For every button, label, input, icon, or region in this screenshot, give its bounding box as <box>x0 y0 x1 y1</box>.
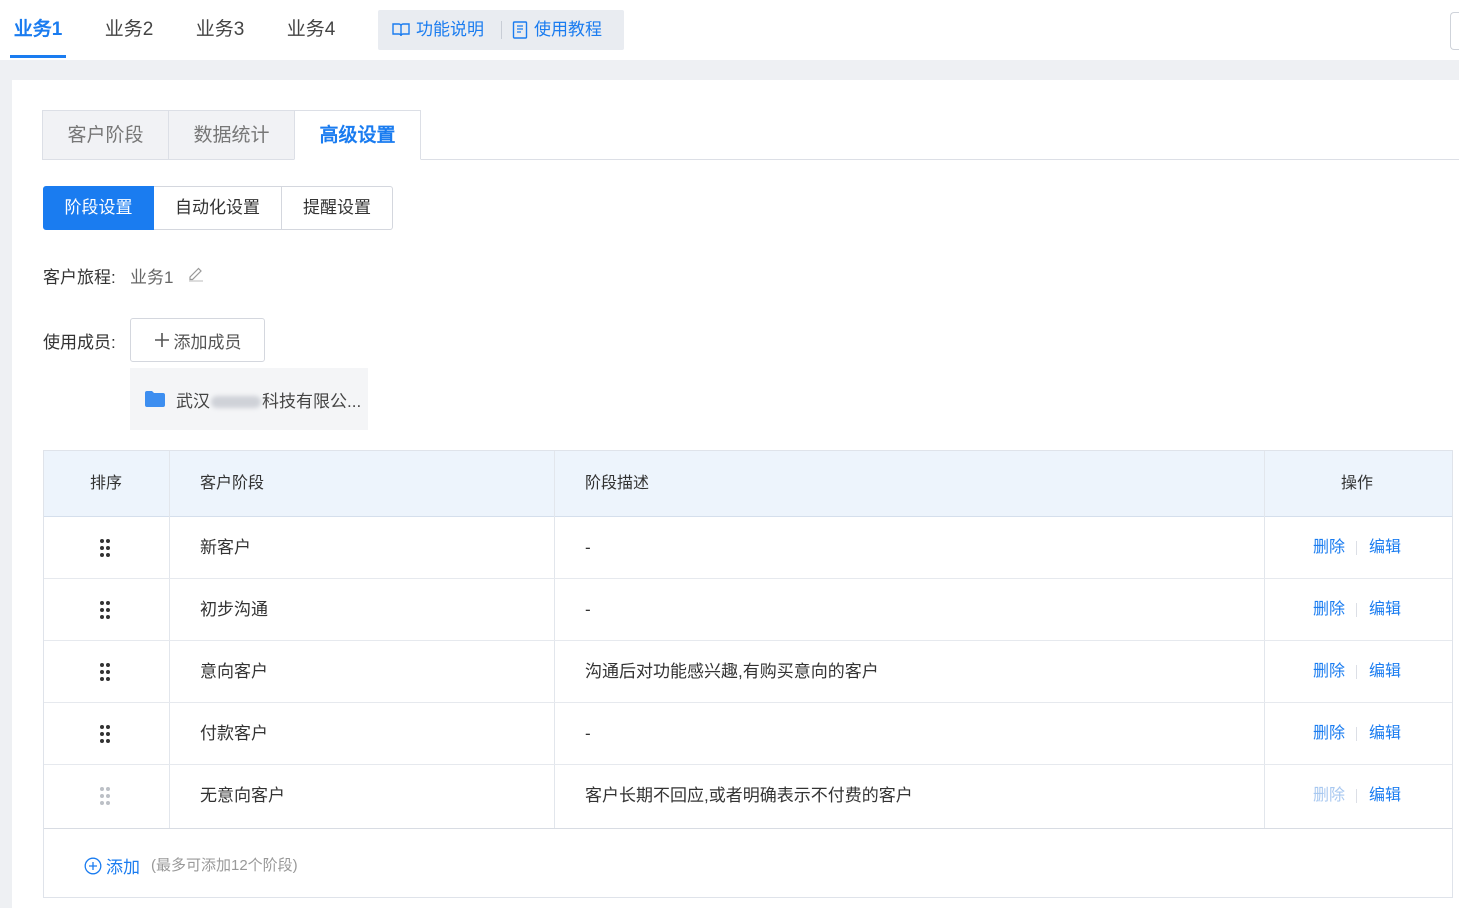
tab-customer-stage[interactable]: 客户阶段 <box>42 110 169 160</box>
delete-button[interactable]: 删除 <box>1313 641 1345 703</box>
pencil-icon[interactable] <box>187 264 205 282</box>
delete-button[interactable]: 删除 <box>1313 517 1345 579</box>
table-footer: 添加 (最多可添加12个阶段) <box>44 828 1452 898</box>
add-member-button[interactable]: 添加成员 <box>130 318 265 362</box>
org-name-suffix: 科技有限公... <box>262 391 362 411</box>
drag-handle-icon[interactable] <box>100 787 112 805</box>
stage-name: 无意向客户 <box>200 786 285 805</box>
drag-handle-icon[interactable] <box>100 601 112 619</box>
divider <box>1356 603 1357 617</box>
add-limit-hint: (最多可添加12个阶段) <box>151 857 298 874</box>
tutorial-link[interactable]: 使用教程 <box>512 10 602 50</box>
drag-handle-icon[interactable] <box>100 539 112 557</box>
drag-handle-icon[interactable] <box>100 663 112 681</box>
org-name-prefix: 武汉 <box>176 391 210 411</box>
tab-data-statistics[interactable]: 数据统计 <box>168 110 295 160</box>
divider <box>1356 727 1357 741</box>
top-bar: 业务1 业务2 业务3 业务4 功能说明 使用教程 <box>0 0 1459 60</box>
edit-button[interactable]: 编辑 <box>1369 703 1401 765</box>
stage-description: - <box>585 538 591 557</box>
divider <box>1356 665 1357 679</box>
tab-advanced-settings[interactable]: 高级设置 <box>294 110 421 160</box>
add-stage-button[interactable]: 添加 <box>84 853 140 878</box>
add-stage-label: 添加 <box>106 858 140 877</box>
journey-value: 业务1 <box>130 268 174 287</box>
edit-button[interactable]: 编辑 <box>1369 579 1401 641</box>
edit-button[interactable]: 编辑 <box>1369 641 1401 703</box>
drag-handle-icon[interactable] <box>100 725 112 743</box>
delete-button[interactable]: 删除 <box>1313 703 1345 765</box>
feature-description-label: 功能说明 <box>416 20 484 39</box>
plus-circle-icon <box>84 857 102 874</box>
biz-tab-4[interactable]: 业务4 <box>283 0 339 60</box>
add-member-label: 添加成员 <box>173 332 242 352</box>
plus-icon <box>154 333 169 347</box>
member-org-chip: 武汉 科技有限公... <box>130 368 368 430</box>
stage-description: 沟通后对功能感兴趣,有购买意向的客户 <box>585 662 879 681</box>
biz-tab-1[interactable]: 业务1 <box>10 0 66 60</box>
stage-description: - <box>585 724 591 743</box>
edit-button[interactable]: 编辑 <box>1369 517 1401 579</box>
book-icon <box>392 23 410 37</box>
col-header-order: 排序 <box>90 475 123 492</box>
stage-name: 付款客户 <box>200 724 268 743</box>
stage-name: 新客户 <box>200 538 251 557</box>
table-row: 付款客户 - 删除 编辑 <box>44 703 1452 765</box>
stage-description: 客户长期不回应,或者明确表示不付费的客户 <box>585 786 913 805</box>
delete-button[interactable]: 删除 <box>1313 579 1345 641</box>
tutorial-label: 使用教程 <box>534 20 602 39</box>
folder-icon <box>145 391 165 407</box>
sub-tabs: 阶段设置 自动化设置 提醒设置 <box>43 186 393 230</box>
sub-tab-stage-settings[interactable]: 阶段设置 <box>43 186 154 230</box>
table-row: 意向客户 沟通后对功能感兴趣,有购买意向的客户 删除 编辑 <box>44 641 1452 703</box>
help-links: 功能说明 使用教程 <box>378 10 624 50</box>
table-row: 初步沟通 - 删除 编辑 <box>44 579 1452 641</box>
edit-button[interactable]: 编辑 <box>1369 765 1401 827</box>
redacted-text <box>211 396 261 409</box>
table-row: 新客户 - 删除 编辑 <box>44 517 1452 579</box>
stage-description: - <box>585 600 591 619</box>
top-right-control[interactable] <box>1450 12 1459 50</box>
stage-table: 排序 客户阶段 阶段描述 操作 新客户 - 删除 编辑 初步沟通 - 删除 编辑 <box>43 450 1453 898</box>
members-label: 使用成员: <box>43 333 116 352</box>
stage-name: 初步沟通 <box>200 600 268 619</box>
sub-tab-automation-settings[interactable]: 自动化设置 <box>154 186 282 230</box>
divider <box>501 21 502 39</box>
main-panel: 客户阶段 数据统计 高级设置 阶段设置 自动化设置 提醒设置 客户旅程: 业务1… <box>12 80 1459 908</box>
col-header-description: 阶段描述 <box>585 475 650 492</box>
org-name: 武汉 科技有限公... <box>176 387 361 412</box>
col-header-actions: 操作 <box>1341 475 1374 492</box>
col-header-stage: 客户阶段 <box>200 475 265 492</box>
main-tabs: 客户阶段 数据统计 高级设置 <box>42 110 1459 160</box>
table-header: 排序 客户阶段 阶段描述 操作 <box>44 451 1452 517</box>
divider <box>1356 541 1357 555</box>
journey-label: 客户旅程: <box>43 268 116 287</box>
biz-tab-2[interactable]: 业务2 <box>101 0 157 60</box>
delete-button: 删除 <box>1313 787 1346 804</box>
table-row: 无意向客户 客户长期不回应,或者明确表示不付费的客户 删除 编辑 <box>44 765 1452 827</box>
divider <box>1356 789 1357 803</box>
biz-tab-3[interactable]: 业务3 <box>192 0 248 60</box>
sub-tab-reminder-settings[interactable]: 提醒设置 <box>282 186 393 230</box>
document-icon <box>512 21 528 39</box>
stage-name: 意向客户 <box>200 662 268 681</box>
feature-description-link[interactable]: 功能说明 <box>392 10 484 50</box>
